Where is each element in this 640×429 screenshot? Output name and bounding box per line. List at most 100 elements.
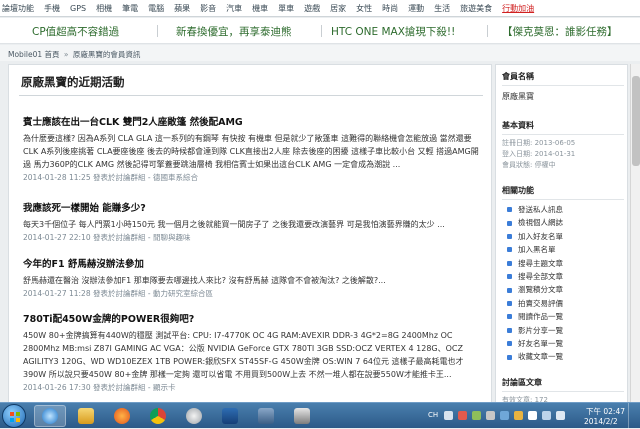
- forum-group-link[interactable]: 閒聊與趣味: [153, 233, 191, 242]
- activity-item: 賓士應該在出一台CLK 雙門2人座敞篷 然後配AMG 為什麼要這樣? 因為A系列…: [23, 114, 483, 183]
- nav-item[interactable]: 影音: [200, 3, 216, 14]
- nav-item[interactable]: GPS: [70, 4, 86, 13]
- breadcrumb-current: 原廠黑寶的會員資訊: [72, 50, 141, 59]
- login-date: 登入日期: 2014-01-31: [502, 150, 576, 158]
- taskbar-chrome-icon[interactable]: [142, 405, 174, 427]
- tray-app-icon[interactable]: [472, 411, 481, 420]
- related-function-label: 閱讀作品一覽: [518, 312, 563, 322]
- bullet-icon: [507, 260, 512, 266]
- promo-link-3[interactable]: HTC ONE MAX搶現下殺!!: [331, 24, 455, 39]
- promo-banner: CP值超高不容錯過 新春換優宜，再享泰迪熊 HTC ONE MAX搶現下殺!! …: [0, 18, 640, 44]
- related-function-link[interactable]: 搜尋全部文章: [502, 270, 624, 283]
- keyboard-icon[interactable]: [444, 411, 453, 420]
- related-function-link[interactable]: 加入好友名單: [502, 230, 624, 243]
- bullet-icon: [507, 234, 512, 240]
- nav-item[interactable]: 筆電: [122, 3, 138, 14]
- activity-title-link[interactable]: 賓士應該在出一台CLK 雙門2人座敞篷 然後配AMG: [23, 114, 483, 128]
- related-function-link[interactable]: 發送私人訊息: [502, 203, 624, 216]
- nav-item[interactable]: 生活: [434, 3, 450, 14]
- tray-app-icon[interactable]: [500, 411, 509, 420]
- related-function-label: 加入好友名單: [518, 231, 563, 241]
- related-function-link[interactable]: 加入黑名單: [502, 243, 624, 256]
- activity-meta: 2014-01-28 11:25 發表於討論群組 - 德國車系綜合: [23, 172, 483, 183]
- taskbar-media-player-icon[interactable]: [106, 405, 138, 427]
- nav-item[interactable]: 蘋果: [174, 3, 190, 14]
- volume-icon[interactable]: [556, 411, 565, 420]
- nav-item[interactable]: 論壇功能: [2, 3, 34, 14]
- related-function-label: 影片分享一覽: [518, 325, 563, 335]
- promo-link-1[interactable]: CP值超高不容錯過: [32, 24, 119, 39]
- bullet-icon: [507, 274, 512, 280]
- related-function-label: 瀏覽積分文章: [518, 285, 563, 295]
- show-desktop-button[interactable]: [628, 403, 640, 429]
- promo-link-4[interactable]: 【傑克莫恩：誰影任務】: [502, 24, 618, 39]
- activity-meta: 2014-01-26 17:30 發表於討論群組 - 顯示卡: [23, 382, 483, 393]
- nav-item[interactable]: 汽車: [226, 3, 242, 14]
- top-nav-bar: 論壇功能 手機 GPS 相機 筆電 電腦 蘋果 影音 汽車 機車 單車 遊戲 居家 女性 時尚 運動 生活 旅遊美…: [0, 0, 640, 17]
- nav-item[interactable]: 手機: [44, 3, 60, 14]
- related-function-link[interactable]: 影片分享一覽: [502, 324, 624, 337]
- member-name: 原廠黑寶: [502, 92, 534, 101]
- tray-app-icon[interactable]: [486, 411, 495, 420]
- related-function-link[interactable]: 瀏覽積分文章: [502, 283, 624, 296]
- register-date: 註冊日期: 2013-06-05: [502, 139, 576, 147]
- related-function-link[interactable]: 收藏文章一覽: [502, 350, 624, 363]
- taskbar-app-icon[interactable]: [178, 405, 210, 427]
- nav-item[interactable]: 相機: [96, 3, 112, 14]
- nav-item-highlight[interactable]: 行動加油: [502, 3, 534, 14]
- nav-item[interactable]: 遊戲: [304, 3, 320, 14]
- flag-icon[interactable]: [528, 411, 537, 420]
- clock-time[interactable]: 下午 02:47: [586, 406, 625, 417]
- forum-group-link[interactable]: 動力研究室綜合區: [153, 289, 213, 298]
- nav-item[interactable]: 單車: [278, 3, 294, 14]
- taskbar-ie-icon[interactable]: [34, 405, 66, 427]
- tray-app-icon[interactable]: [458, 411, 467, 420]
- related-function-link[interactable]: 搜尋主題文章: [502, 257, 624, 270]
- activity-meta: 2014-01-27 22:10 發表於討論群組 - 閒聊與趣味: [23, 232, 483, 243]
- network-icon[interactable]: [542, 411, 551, 420]
- activity-title-link[interactable]: 我應該死一樣開始 能賺多少?: [23, 200, 483, 214]
- activity-timestamp: 2014-01-28 11:25 發表於討論群組 -: [23, 173, 153, 182]
- scrollbar-thumb[interactable]: [632, 76, 640, 166]
- page-scrollbar[interactable]: [630, 64, 640, 405]
- member-name-section: 會員名稱 原廠黑寶: [502, 71, 624, 102]
- bullet-icon: [507, 220, 512, 226]
- title-divider: [19, 95, 483, 96]
- activity-item: 今年的F1 舒馬赫沒辦法參加 舒馬赫還在醫治 沒辦法參加F1 那車隊要去哪邊找人…: [23, 256, 483, 299]
- activity-title-link[interactable]: 今年的F1 舒馬赫沒辦法參加: [23, 256, 483, 270]
- activity-timestamp: 2014-01-27 11:28 發表於討論群組 -: [23, 289, 153, 298]
- breadcrumb-separator: »: [63, 50, 69, 59]
- bullet-icon: [507, 354, 512, 360]
- taskbar-explorer-icon[interactable]: [70, 405, 102, 427]
- related-functions-heading: 相關功能: [502, 185, 624, 200]
- clock-date[interactable]: 2014/2/2: [584, 417, 618, 426]
- nav-item[interactable]: 電腦: [148, 3, 164, 14]
- nav-item[interactable]: 女性: [356, 3, 372, 14]
- activity-excerpt: 為什麼要這樣? 因為A系列 CLA GLA 這一系列的有鋼琴 有快按 有機車 但…: [23, 134, 479, 169]
- bullet-icon: [507, 287, 512, 293]
- start-button[interactable]: [2, 404, 26, 428]
- related-function-link[interactable]: 閱讀作品一覽: [502, 310, 624, 323]
- nav-item[interactable]: 旅遊美食: [460, 3, 492, 14]
- tray-app-icon[interactable]: [514, 411, 523, 420]
- promo-link-2[interactable]: 新春換優宜，再享泰迪熊: [176, 24, 292, 39]
- forum-group-link[interactable]: 德國車系綜合: [153, 173, 198, 182]
- related-function-link[interactable]: 檢視個人網誌: [502, 216, 624, 229]
- related-function-link[interactable]: 好友名單一覽: [502, 337, 624, 350]
- nav-item[interactable]: 居家: [330, 3, 346, 14]
- activity-title-link[interactable]: 780Ti配450W金牌的POWER很夠吧?: [23, 311, 483, 325]
- activity-item: 780Ti配450W金牌的POWER很夠吧? 450W 80+金牌搞算有440W…: [23, 311, 483, 393]
- taskbar-app-icon[interactable]: [250, 405, 282, 427]
- taskbar-app-icon[interactable]: [286, 405, 318, 427]
- nav-item[interactable]: 機車: [252, 3, 268, 14]
- forum-group-link[interactable]: 顯示卡: [153, 383, 176, 392]
- nav-item[interactable]: 運動: [408, 3, 424, 14]
- promo-separator: [157, 25, 158, 37]
- breadcrumb-home-link[interactable]: Mobile01 首頁: [8, 50, 60, 59]
- member-info-section: 基本資料 註冊日期: 2013-06-05 登入日期: 2014-01-31 會…: [502, 120, 624, 171]
- activity-item: 我應該死一樣開始 能賺多少? 每天3千個位子 每人門票1小時150元 我一個月之…: [23, 200, 483, 243]
- related-function-link[interactable]: 拍賣交易評價: [502, 297, 624, 310]
- nav-item[interactable]: 時尚: [382, 3, 398, 14]
- taskbar-app-icon[interactable]: [214, 405, 246, 427]
- input-language-indicator[interactable]: CH: [428, 411, 438, 419]
